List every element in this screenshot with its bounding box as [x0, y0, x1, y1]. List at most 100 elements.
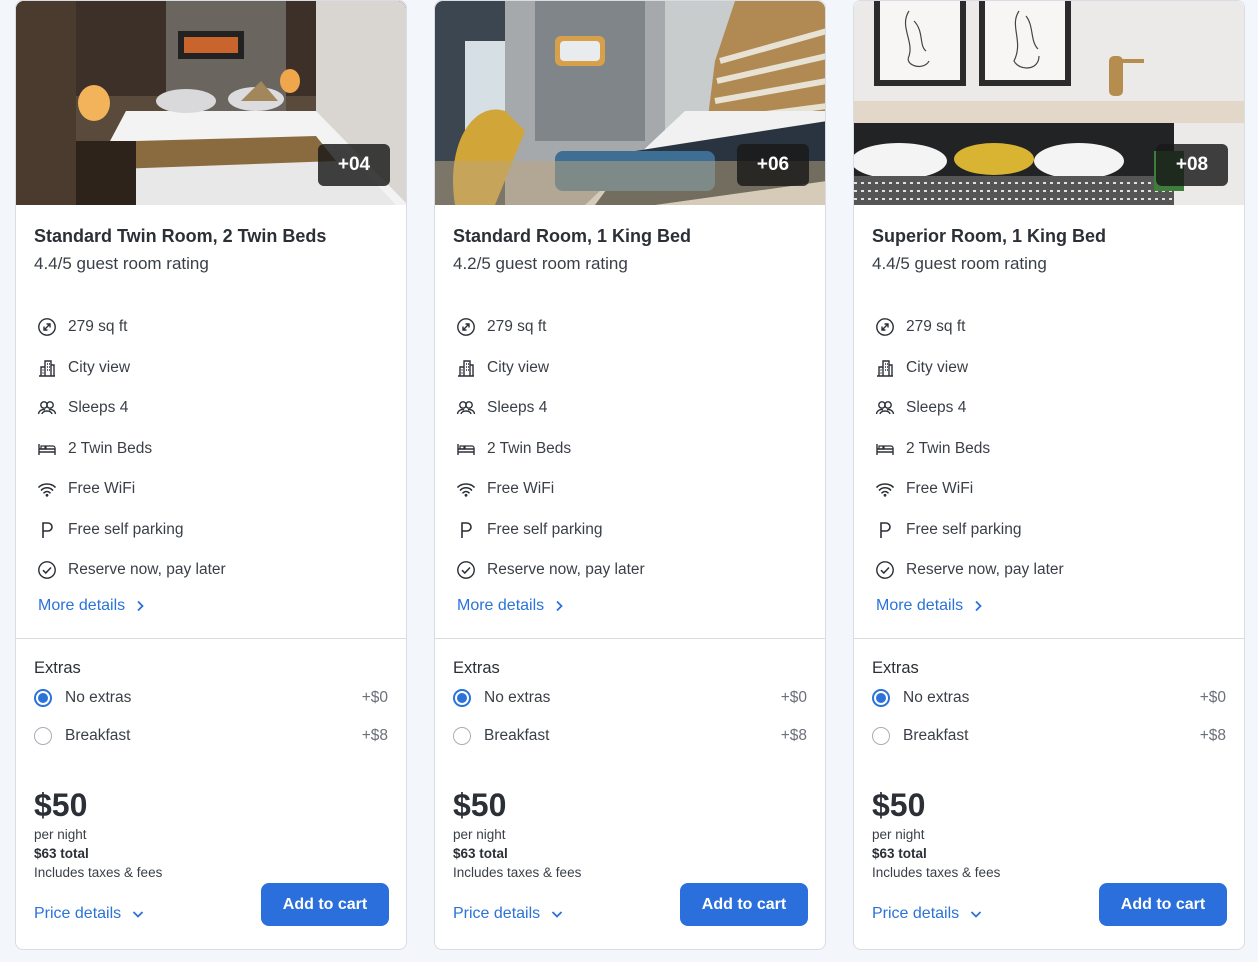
radio-button[interactable]: [34, 689, 52, 707]
extra-price: +$0: [361, 689, 388, 706]
extra-option-breakfast[interactable]: Breakfast +$8: [34, 718, 388, 754]
amenity-label: Reserve now, pay later: [906, 561, 1064, 579]
amenity-list: 279 sq ft City view Sleeps 4 2 Twin Beds…: [453, 307, 807, 591]
add-to-cart-button[interactable]: Add to cart: [680, 883, 808, 926]
chevron-right-icon: [137, 600, 144, 612]
amenity-sleeps: Sleeps 4: [34, 388, 388, 429]
amenity-size: 279 sq ft: [872, 307, 1226, 348]
check-circle-icon: [455, 559, 477, 581]
amenity-label: 279 sq ft: [68, 318, 128, 336]
people-icon: [36, 397, 58, 419]
more-details-label: More details: [876, 597, 964, 614]
room-photo[interactable]: +04: [16, 1, 406, 205]
nightly-price: $50: [453, 787, 507, 823]
parking-icon: [874, 519, 896, 541]
photo-count-badge[interactable]: +04: [318, 144, 390, 186]
amenity-label: Reserve now, pay later: [487, 561, 645, 579]
extra-label: Breakfast: [484, 727, 550, 744]
more-details-link[interactable]: More details: [38, 597, 147, 615]
extras-title: Extras: [453, 659, 500, 677]
extra-label: No extras: [65, 689, 132, 706]
price-details-toggle[interactable]: Price details: [34, 905, 145, 923]
radio-button[interactable]: [872, 727, 890, 745]
amenity-list: 279 sq ft City view Sleeps 4 2 Twin Beds…: [872, 307, 1226, 591]
radio-button[interactable]: [453, 689, 471, 707]
amenity-label: City view: [906, 358, 969, 376]
extras-title: Extras: [872, 659, 919, 677]
radio-button[interactable]: [34, 727, 52, 745]
resize-icon: [36, 316, 58, 338]
parking-icon: [455, 519, 477, 541]
more-details-link[interactable]: More details: [876, 597, 985, 615]
extras-title: Extras: [34, 659, 81, 677]
fees-note: Includes taxes & fees: [34, 865, 163, 880]
amenity-reserve: Reserve now, pay later: [872, 550, 1226, 591]
amenity-parking: Free self parking: [872, 510, 1226, 551]
room-rating: 4.4/5 guest room rating: [872, 254, 1047, 273]
room-cards: +04 Standard Twin Room, 2 Twin Beds 4.4/…: [15, 0, 1245, 950]
radio-button[interactable]: [453, 727, 471, 745]
add-to-cart-button[interactable]: Add to cart: [261, 883, 389, 926]
extra-option-no-extras[interactable]: No extras +$0: [34, 680, 388, 716]
bed-icon: [874, 438, 896, 460]
per-night-label: per night: [453, 827, 506, 842]
chevron-right-icon: [556, 600, 563, 612]
price-block: $50 per night $63 total Includes taxes &…: [453, 787, 581, 882]
price-details-toggle[interactable]: Price details: [453, 905, 564, 923]
amenity-parking: Free self parking: [34, 510, 388, 551]
total-price: $63 total: [453, 846, 508, 861]
people-icon: [455, 397, 477, 419]
extra-price: +$8: [780, 727, 807, 744]
amenity-sleeps: Sleeps 4: [453, 388, 807, 429]
extra-option-no-extras[interactable]: No extras +$0: [453, 680, 807, 716]
amenity-label: 2 Twin Beds: [68, 439, 153, 457]
amenity-parking: Free self parking: [453, 510, 807, 551]
amenity-label: 279 sq ft: [906, 318, 966, 336]
wifi-icon: [455, 478, 477, 500]
extra-option-breakfast[interactable]: Breakfast +$8: [453, 718, 807, 754]
room-photo[interactable]: +08: [854, 1, 1244, 205]
amenity-label: 279 sq ft: [487, 318, 547, 336]
extra-label: Breakfast: [65, 727, 131, 744]
price-details-label: Price details: [453, 905, 541, 922]
add-to-cart-button[interactable]: Add to cart: [1099, 883, 1227, 926]
room-name: Standard Twin Room, 2 Twin Beds: [34, 226, 327, 246]
photo-count-badge[interactable]: +06: [737, 144, 809, 186]
chevron-right-icon: [975, 600, 982, 612]
price-details-label: Price details: [872, 905, 960, 922]
amenity-reserve: Reserve now, pay later: [34, 550, 388, 591]
extra-option-no-extras[interactable]: No extras +$0: [872, 680, 1226, 716]
amenity-label: Free self parking: [68, 520, 184, 538]
amenity-wifi: Free WiFi: [872, 469, 1226, 510]
amenity-label: City view: [68, 358, 131, 376]
per-night-label: per night: [34, 827, 87, 842]
extra-price: +$0: [1199, 689, 1226, 706]
amenity-wifi: Free WiFi: [453, 469, 807, 510]
amenity-label: Sleeps 4: [906, 399, 967, 417]
photo-count-badge[interactable]: +08: [1156, 144, 1228, 186]
room-photo[interactable]: +06: [435, 1, 825, 205]
amenity-view: City view: [453, 348, 807, 389]
fees-note: Includes taxes & fees: [872, 865, 1001, 880]
extra-label: Breakfast: [903, 727, 969, 744]
nightly-price: $50: [34, 787, 88, 823]
price-details-label: Price details: [34, 905, 122, 922]
total-price: $63 total: [34, 846, 89, 861]
total-price: $63 total: [872, 846, 927, 861]
room-info: Superior Room, 1 King Bed 4.4/5 guest ro…: [854, 205, 1244, 638]
amenity-label: Free self parking: [906, 520, 1022, 538]
price-details-toggle[interactable]: Price details: [872, 905, 983, 923]
more-details-link[interactable]: More details: [457, 597, 566, 615]
nightly-price: $50: [872, 787, 926, 823]
extra-option-breakfast[interactable]: Breakfast +$8: [872, 718, 1226, 754]
city-view-icon: [874, 357, 896, 379]
amenity-size: 279 sq ft: [34, 307, 388, 348]
amenity-label: 2 Twin Beds: [906, 439, 991, 457]
room-name: Superior Room, 1 King Bed: [872, 226, 1107, 246]
amenity-sleeps: Sleeps 4: [872, 388, 1226, 429]
radio-button[interactable]: [872, 689, 890, 707]
extra-label: No extras: [903, 689, 970, 706]
extras-section: Extras No extras +$0 Breakfast +$8 $50 p…: [435, 639, 825, 949]
extra-price: +$8: [1199, 727, 1226, 744]
price-block: $50 per night $63 total Includes taxes &…: [872, 787, 1000, 882]
